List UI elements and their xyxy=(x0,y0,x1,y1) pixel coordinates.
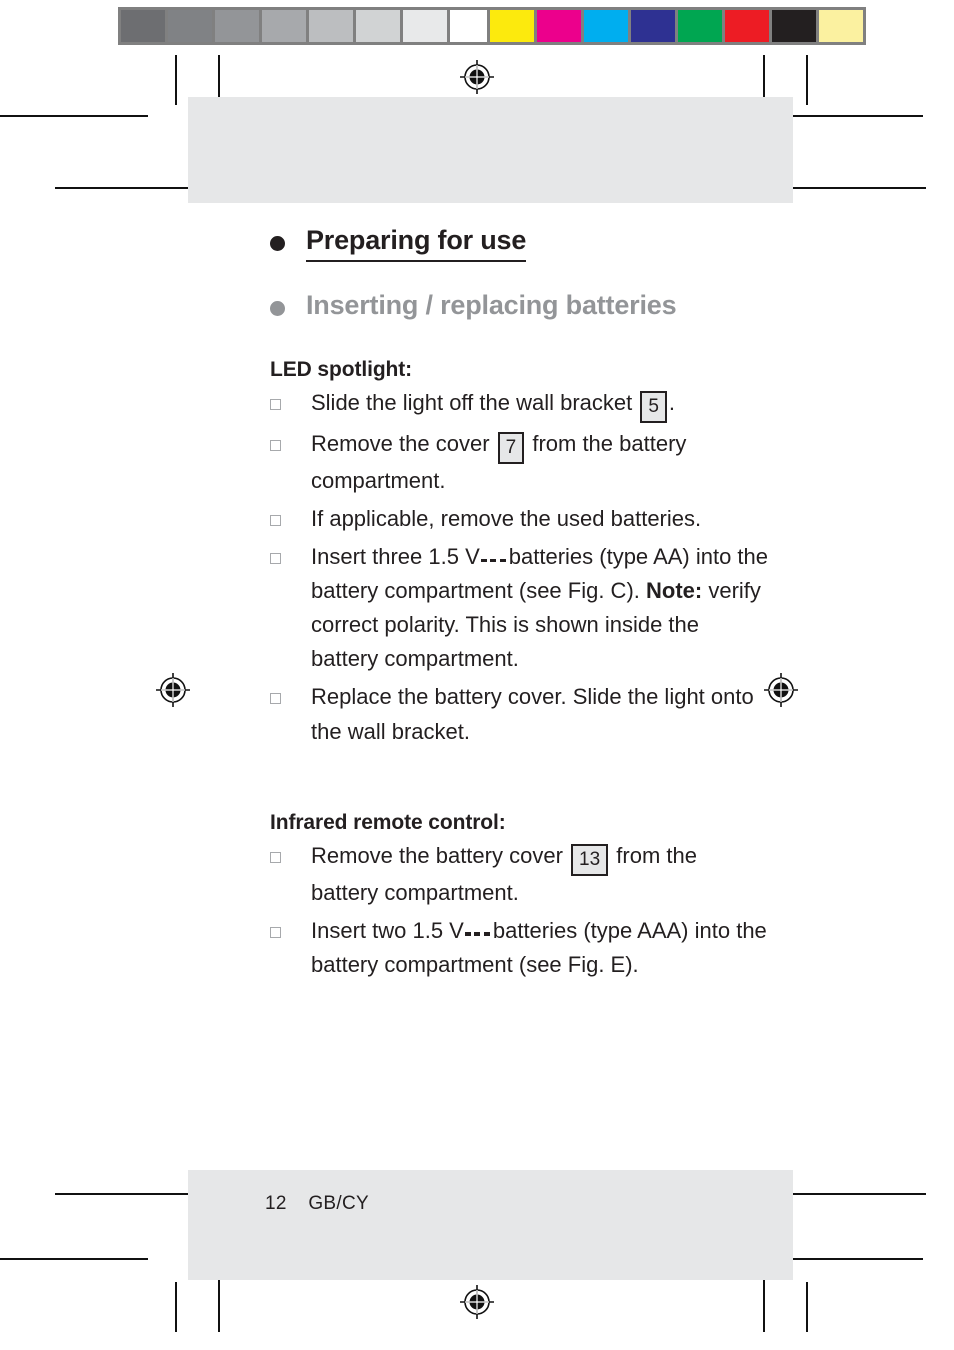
registration-mark-bottom xyxy=(460,1285,494,1319)
crop-mark-right-top-h xyxy=(775,115,923,117)
calibration-swatch xyxy=(584,10,628,42)
text-run: If applicable, remove the used batteries… xyxy=(311,505,702,531)
dc-voltage-icon xyxy=(480,556,506,563)
instruction-item: Insert two 1.5 Vbatteries (type AAA) int… xyxy=(270,914,770,982)
calibration-swatch xyxy=(168,10,212,42)
instruction-text: Remove the cover 7 from the battery comp… xyxy=(311,427,770,498)
instruction-text: If applicable, remove the used batteries… xyxy=(311,502,770,536)
bullet-dot-icon xyxy=(270,300,285,316)
calibration-swatch xyxy=(772,10,816,42)
square-bullet-icon xyxy=(270,514,281,526)
crop-mark-top-left-v xyxy=(175,55,177,105)
crop-mark-left-bottom-h2 xyxy=(55,1193,195,1195)
header-band xyxy=(188,97,793,203)
crop-mark-right-bottom-h xyxy=(775,1258,923,1260)
calibration-swatch xyxy=(356,10,400,42)
registration-mark-top xyxy=(460,60,494,94)
instruction-text: Replace the battery cover. Slide the lig… xyxy=(311,680,770,748)
calibration-swatch xyxy=(215,10,259,42)
page-content: Preparing for use Inserting / replacing … xyxy=(270,224,770,982)
grayscale-calibration-strip xyxy=(118,7,497,45)
calibration-swatch xyxy=(678,10,722,42)
part-reference-callout: 7 xyxy=(497,431,525,464)
text-run: Remove the cover xyxy=(311,430,496,456)
text-run: Insert two 1.5 V xyxy=(311,917,464,943)
instruction-sections: LED spotlight: Slide the light off the wa… xyxy=(270,358,770,982)
calibration-swatch xyxy=(819,10,863,42)
crop-mark-right-top-h2 xyxy=(786,187,926,189)
text-run: . xyxy=(668,389,676,415)
note-label: Note: xyxy=(646,578,703,604)
sub-heading: Infrared remote control: xyxy=(270,810,506,834)
calibration-swatch xyxy=(121,10,165,42)
crop-mark-bottom-right-v2 xyxy=(806,1282,808,1332)
instruction-text: Remove the battery cover 13 from the bat… xyxy=(311,839,770,910)
registration-mark-left xyxy=(156,673,190,707)
instruction-item: If applicable, remove the used batteries… xyxy=(270,502,770,536)
instruction-item: Remove the cover 7 from the battery comp… xyxy=(270,427,770,498)
calibration-swatch xyxy=(490,10,534,42)
locale-code: GB/CY xyxy=(308,1193,369,1214)
text-run: Slide the light off the wall bracket xyxy=(311,389,639,415)
text-run: Insert three 1.5 V xyxy=(311,544,480,570)
square-bullet-icon xyxy=(270,553,281,565)
calibration-swatch xyxy=(537,10,581,42)
instruction-item: Insert three 1.5 Vbatteries (type AA) in… xyxy=(270,540,770,676)
part-reference-callout: 13 xyxy=(571,843,609,876)
crop-mark-left-bottom-h xyxy=(0,1258,148,1260)
crop-mark-left-top-h2 xyxy=(55,187,195,189)
instruction-item: Slide the light off the wall bracket 5. xyxy=(270,386,770,423)
section-heading-secondary-label: Inserting / replacing batteries xyxy=(306,289,677,320)
square-bullet-icon xyxy=(270,693,281,705)
calibration-swatch xyxy=(262,10,306,42)
page-number: 12 xyxy=(265,1193,287,1214)
crop-mark-bottom-left-v xyxy=(175,1282,177,1332)
section-heading-inserting-replacing-batteries: Inserting / replacing batteries xyxy=(270,289,770,322)
instruction-text: Slide the light off the wall bracket 5. xyxy=(311,386,770,423)
dc-voltage-icon xyxy=(464,930,490,936)
instruction-text: Insert two 1.5 Vbatteries (type AAA) int… xyxy=(311,914,770,982)
instruction-text: Insert three 1.5 Vbatteries (type AA) in… xyxy=(311,540,770,676)
footer-band xyxy=(188,1170,793,1280)
printed-page: Preparing for use Inserting / replacing … xyxy=(188,97,793,1280)
crop-mark-right-bottom-h2 xyxy=(786,1193,926,1195)
crop-mark-top-right-v2 xyxy=(806,55,808,105)
part-reference-callout: 5 xyxy=(640,390,667,423)
calibration-swatch xyxy=(309,10,353,42)
instruction-item: Remove the battery cover 13 from the bat… xyxy=(270,839,770,910)
section-heading-preparing-for-use: Preparing for use xyxy=(270,224,770,262)
square-bullet-icon xyxy=(270,926,281,938)
sub-heading: LED spotlight: xyxy=(270,357,413,381)
color-calibration-strip xyxy=(487,7,866,45)
square-bullet-icon xyxy=(270,851,281,863)
square-bullet-icon xyxy=(270,398,281,410)
text-run: Replace the battery cover. Slide the lig… xyxy=(311,684,754,744)
bullet-dot-icon xyxy=(270,236,285,251)
instruction-item: Replace the battery cover. Slide the lig… xyxy=(270,680,770,748)
crop-mark-left-top-h xyxy=(0,115,148,117)
calibration-swatch xyxy=(403,10,447,42)
square-bullet-icon xyxy=(270,439,281,451)
calibration-swatch xyxy=(725,10,769,42)
text-run: Remove the battery cover xyxy=(311,842,570,868)
section-heading-primary-label: Preparing for use xyxy=(306,224,526,262)
calibration-swatch xyxy=(631,10,675,42)
footer: 12 GB/CY xyxy=(265,1193,369,1215)
